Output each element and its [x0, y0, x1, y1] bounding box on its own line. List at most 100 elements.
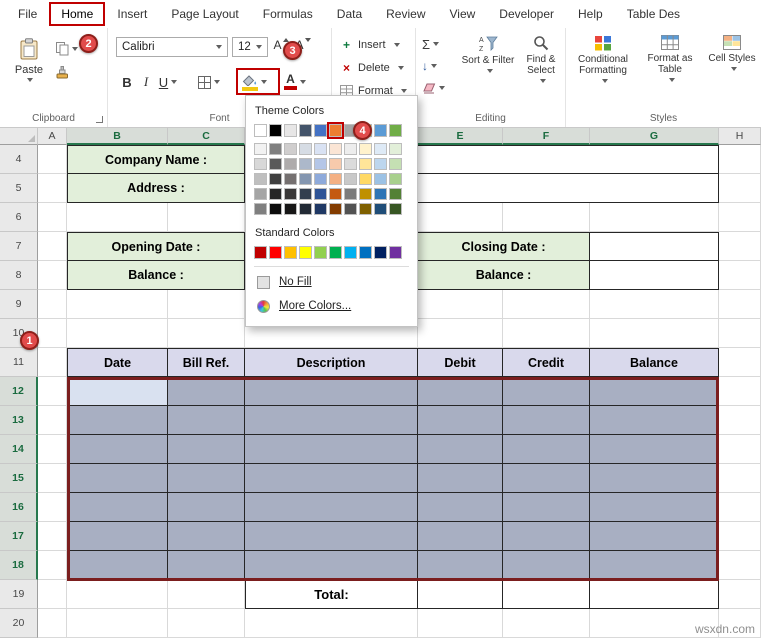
cell-H15[interactable] [719, 464, 761, 493]
sort-filter-button[interactable]: A Z Sort & Filter [458, 33, 518, 73]
row-header-11[interactable]: 11 [0, 348, 38, 377]
cell-G10[interactable] [590, 319, 719, 348]
color-swatch[interactable] [299, 124, 312, 137]
cell-H14[interactable] [719, 435, 761, 464]
cell-E6[interactable] [418, 203, 503, 232]
row-header-19[interactable]: 19 [0, 580, 38, 609]
cell-H5[interactable] [719, 174, 761, 203]
color-swatch[interactable] [389, 188, 402, 200]
color-swatch[interactable] [329, 173, 342, 185]
color-swatch[interactable] [329, 158, 342, 170]
color-swatch[interactable] [269, 158, 282, 170]
color-swatch[interactable] [254, 203, 267, 215]
ribbon-tab-help[interactable]: Help [566, 2, 615, 26]
column-header-A[interactable]: A [38, 128, 67, 145]
cell-H18[interactable] [719, 551, 761, 580]
ribbon-tab-page-layout[interactable]: Page Layout [159, 2, 250, 26]
color-swatch[interactable] [314, 246, 327, 259]
more-colors-option[interactable]: More Colors... [254, 294, 409, 318]
cell-E19[interactable] [418, 580, 503, 609]
fill-down-button[interactable]: ↓ [422, 57, 437, 75]
font-name-select[interactable]: Calibri [116, 37, 228, 57]
cell-A13[interactable] [38, 406, 67, 435]
cell-styles-button[interactable]: Cell Styles [706, 33, 758, 71]
select-all-corner[interactable] [0, 128, 38, 145]
color-swatch[interactable] [389, 124, 402, 137]
color-swatch[interactable] [254, 158, 267, 170]
underline-button[interactable]: U [154, 70, 182, 94]
ribbon-tab-formulas[interactable]: Formulas [251, 2, 325, 26]
row-header-16[interactable]: 16 [0, 493, 38, 522]
color-swatch[interactable] [329, 143, 342, 155]
color-swatch[interactable] [329, 246, 342, 259]
color-swatch[interactable] [284, 246, 297, 259]
color-swatch[interactable] [359, 203, 372, 215]
ribbon-tab-home[interactable]: Home [49, 2, 106, 26]
column-header-G[interactable]: G [590, 128, 719, 145]
cell-B7[interactable]: Opening Date : [67, 232, 245, 261]
cell-H8[interactable] [719, 261, 761, 290]
cell-D11[interactable]: Description [245, 348, 418, 377]
color-swatch[interactable] [299, 158, 312, 170]
ribbon-tab-data[interactable]: Data [325, 2, 374, 26]
cell-E20[interactable] [418, 609, 503, 638]
copy-button[interactable] [56, 42, 78, 56]
color-swatch[interactable] [269, 188, 282, 200]
cell-F6[interactable] [503, 203, 590, 232]
cell-H19[interactable] [719, 580, 761, 609]
cell-A8[interactable] [38, 261, 67, 290]
color-swatch[interactable] [344, 158, 357, 170]
color-swatch[interactable] [284, 203, 297, 215]
cell-B6[interactable] [67, 203, 168, 232]
cell-E9[interactable] [418, 290, 503, 319]
cell-E8[interactable]: Balance : [418, 261, 590, 290]
color-swatch[interactable] [254, 124, 267, 137]
color-swatch[interactable] [389, 143, 402, 155]
cell-A4[interactable] [38, 145, 67, 174]
ribbon-tab-table-des[interactable]: Table Des [615, 2, 692, 26]
row-header-4[interactable]: 4 [0, 145, 38, 174]
borders-button[interactable] [194, 70, 224, 94]
cell-A20[interactable] [38, 609, 67, 638]
column-header-H[interactable]: H [719, 128, 761, 145]
color-swatch[interactable] [314, 124, 327, 137]
color-swatch[interactable] [374, 124, 387, 137]
ribbon-tab-review[interactable]: Review [374, 2, 437, 26]
ribbon-tab-file[interactable]: File [6, 2, 49, 26]
cell-E11[interactable]: Debit [418, 348, 503, 377]
color-swatch[interactable] [359, 158, 372, 170]
color-swatch[interactable] [344, 188, 357, 200]
row-header-15[interactable]: 15 [0, 464, 38, 493]
color-swatch[interactable] [374, 143, 387, 155]
cell-A14[interactable] [38, 435, 67, 464]
row-header-13[interactable]: 13 [0, 406, 38, 435]
cell-G9[interactable] [590, 290, 719, 319]
cell-E7[interactable]: Closing Date : [418, 232, 590, 261]
color-swatch[interactable] [299, 246, 312, 259]
row-header-12[interactable]: 12 [0, 377, 38, 406]
color-swatch[interactable] [374, 173, 387, 185]
color-swatch[interactable] [389, 173, 402, 185]
format-as-table-button[interactable]: Format as Table [638, 33, 702, 82]
cell-A6[interactable] [38, 203, 67, 232]
cell-C20[interactable] [168, 609, 245, 638]
color-swatch[interactable] [359, 143, 372, 155]
color-swatch[interactable] [359, 246, 372, 259]
cell-H4[interactable] [719, 145, 761, 174]
cell-G11[interactable]: Balance [590, 348, 719, 377]
color-swatch[interactable] [314, 188, 327, 200]
color-swatch[interactable] [314, 203, 327, 215]
color-swatch[interactable] [284, 188, 297, 200]
column-header-F[interactable]: F [503, 128, 590, 145]
row-header-8[interactable]: 8 [0, 261, 38, 290]
color-swatch[interactable] [284, 173, 297, 185]
color-swatch[interactable] [314, 173, 327, 185]
cell-H12[interactable] [719, 377, 761, 406]
cell-A10[interactable] [38, 319, 67, 348]
find-select-button[interactable]: Find & Select [518, 33, 564, 83]
conditional-formatting-button[interactable]: Conditional Formatting [570, 33, 636, 83]
cell-E10[interactable] [418, 319, 503, 348]
cell-C19[interactable] [168, 580, 245, 609]
color-swatch[interactable] [314, 158, 327, 170]
autosum-button[interactable]: Σ [422, 35, 440, 53]
